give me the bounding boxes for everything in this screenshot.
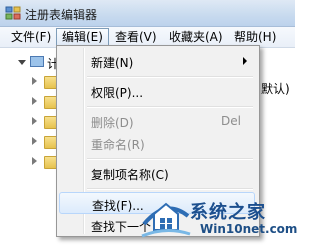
menu-edit[interactable]: 编辑(E) — [56, 28, 109, 46]
menu-separator — [87, 106, 253, 108]
value-default-label: 默认) — [261, 82, 290, 96]
expand-icon[interactable] — [32, 77, 37, 85]
watermark-logo: 系统之家 Win10net.com — [140, 194, 298, 245]
menu-item-delete-shortcut: Del — [221, 114, 241, 128]
tree-row[interactable] — [0, 114, 60, 130]
menu-item-new[interactable]: 新建(N) — [59, 50, 255, 72]
expand-icon[interactable] — [32, 97, 37, 105]
menu-separator — [87, 158, 253, 160]
expand-icon[interactable] — [32, 137, 37, 145]
watermark-house-icon — [141, 202, 191, 238]
menu-item-find-label: 查找(F)... — [92, 199, 144, 213]
menu-separator — [87, 76, 253, 78]
expand-icon[interactable] — [32, 157, 37, 165]
menu-item-new-label: 新建(N) — [91, 56, 134, 70]
window-title: 注册表编辑器 — [25, 8, 98, 22]
menu-favorites[interactable]: 收藏夹(A) — [164, 28, 228, 46]
menu-item-rename[interactable]: 重命名(R) — [59, 132, 255, 154]
computer-icon — [30, 56, 44, 67]
tree-row[interactable] — [0, 74, 60, 90]
tree-row[interactable] — [0, 134, 60, 150]
title-bar: 注册表编辑器 — [0, 0, 295, 27]
menu-item-permissions-label: 权限(P)... — [91, 86, 144, 100]
menu-separator — [87, 188, 253, 190]
menu-item-delete[interactable]: 删除(D) Del — [59, 110, 255, 132]
menu-file[interactable]: 文件(F) — [6, 28, 56, 46]
menu-item-copy-key-name[interactable]: 复制项名称(C) — [59, 162, 255, 184]
watermark-url: Win10net.com — [200, 222, 298, 236]
menu-help[interactable]: 帮助(H) — [229, 28, 281, 46]
watermark-title: 系统之家 — [190, 202, 266, 223]
menu-item-permissions[interactable]: 权限(P)... — [59, 80, 255, 102]
menu-item-delete-label: 删除(D) — [91, 116, 134, 130]
expand-icon[interactable] — [32, 117, 37, 125]
tree-row[interactable] — [0, 154, 60, 170]
menu-item-copy-key-name-label: 复制项名称(C) — [91, 168, 169, 182]
submenu-arrow-icon — [243, 57, 247, 65]
menu-view[interactable]: 查看(V) — [110, 28, 162, 46]
tree-row[interactable] — [0, 94, 60, 110]
menu-item-rename-label: 重命名(R) — [91, 138, 145, 152]
collapse-icon[interactable] — [18, 60, 26, 65]
tree-root-row[interactable]: 计 — [0, 54, 60, 71]
registry-editor-icon — [5, 6, 21, 20]
